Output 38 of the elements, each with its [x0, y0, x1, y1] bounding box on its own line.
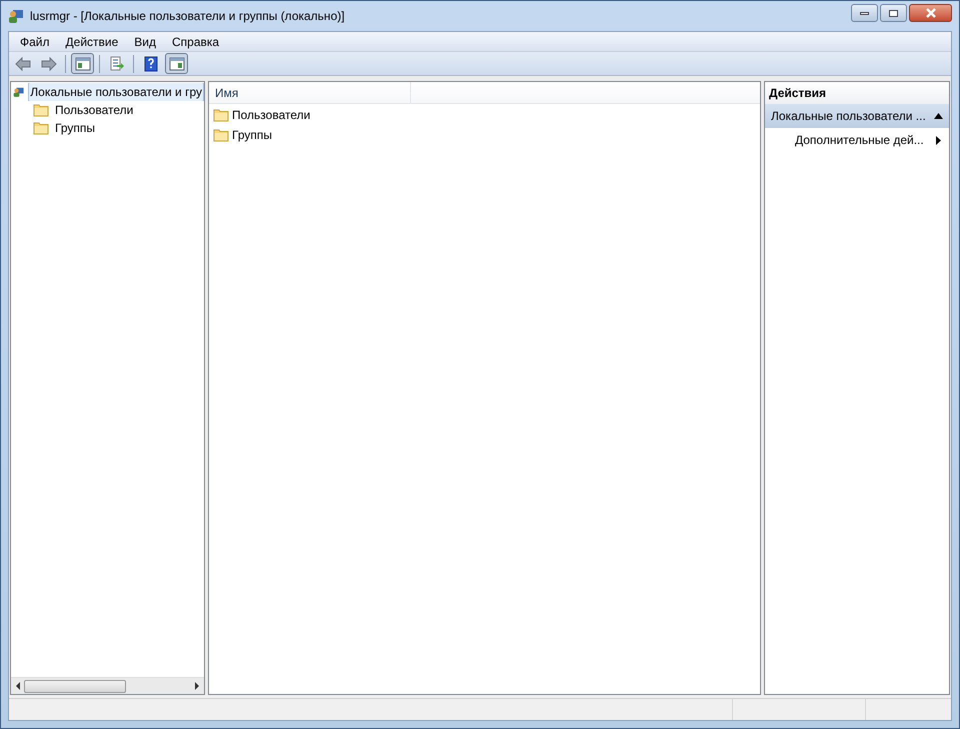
list-item[interactable]: Пользователи: [232, 106, 310, 124]
list-export-icon: [108, 56, 124, 72]
minimize-button[interactable]: [851, 4, 878, 22]
close-button[interactable]: [909, 4, 952, 22]
folder-icon: [213, 108, 229, 122]
section-title: Локальные пользователи ...: [771, 108, 926, 125]
scroll-left-icon[interactable]: [14, 682, 22, 690]
forward-arrow-icon: [40, 56, 56, 72]
folder-icon: [33, 103, 49, 117]
folder-icon: [33, 121, 49, 135]
actions-section-header[interactable]: Локальные пользователи ...: [765, 104, 949, 128]
action-item[interactable]: Дополнительные дей...: [795, 131, 924, 149]
close-icon: [924, 8, 936, 18]
tree-item[interactable]: Группы: [53, 119, 97, 137]
tree-item[interactable]: Пользователи: [53, 101, 136, 119]
window-panel-icon: [74, 56, 90, 72]
collapse-icon[interactable]: [934, 113, 943, 119]
users-app-icon: [8, 8, 24, 24]
minimize-icon: [860, 12, 869, 14]
window-panel-button[interactable]: [165, 53, 188, 74]
window-panel-button[interactable]: [71, 53, 94, 74]
back-arrow-icon: [14, 56, 30, 72]
window-panel-icon: [168, 56, 184, 72]
horizontal-scrollbar[interactable]: [11, 677, 204, 694]
submenu-arrow-icon: [936, 136, 941, 144]
list-item[interactable]: Группы: [232, 126, 272, 144]
maximize-icon: [889, 10, 898, 16]
window-title: lusrmgr - [Локальные пользователи и группы (локально)]: [30, 8, 345, 25]
menu-item[interactable]: Файл: [12, 32, 58, 50]
menu-item[interactable]: Вид: [126, 32, 164, 50]
maximize-button[interactable]: [880, 4, 907, 22]
folder-icon: [213, 128, 229, 142]
help-icon: [142, 56, 158, 72]
menu-item[interactable]: Справка: [164, 32, 228, 50]
tree-item[interactable]: Локальные пользователи и гру: [28, 83, 204, 101]
menu-item[interactable]: Действие: [58, 32, 126, 50]
scroll-thumb[interactable]: [24, 680, 126, 692]
scroll-right-icon[interactable]: [193, 682, 201, 690]
